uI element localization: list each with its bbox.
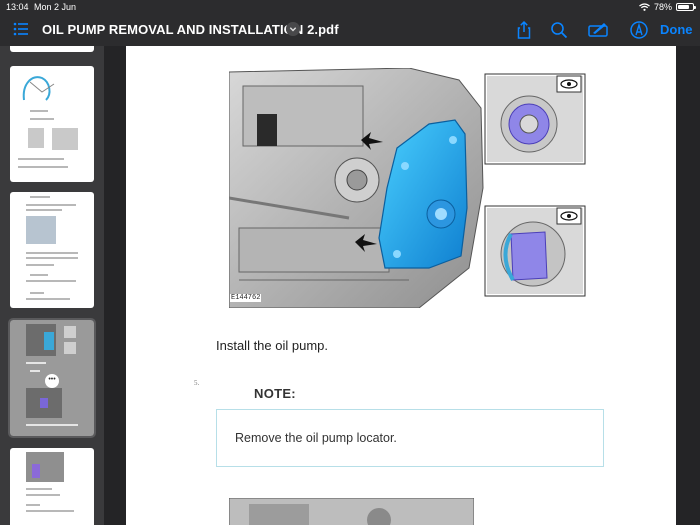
oil-pump-illustration <box>229 68 586 308</box>
status-right: 78% <box>639 2 696 12</box>
step-number: 5. <box>194 379 200 387</box>
page-thumbnail[interactable] <box>10 192 94 308</box>
chevron-down-icon[interactable] <box>286 22 300 36</box>
pencil-circle-icon[interactable] <box>629 20 649 40</box>
next-figure-illustration <box>229 498 474 525</box>
status-time: 13:04 <box>6 2 29 12</box>
wifi-icon <box>639 3 650 11</box>
list-icon[interactable] <box>12 20 30 38</box>
figure-id: E144762 <box>230 294 262 302</box>
share-icon[interactable] <box>514 20 534 40</box>
note-box: Remove the oil pump locator. <box>216 409 604 467</box>
status-date: Mon 2 Jun <box>34 2 77 12</box>
page-thumbnail[interactable] <box>10 66 94 182</box>
document-viewer[interactable]: E144762 Install the oil pump. 5. NOTE: R… <box>104 46 700 525</box>
more-icon[interactable]: ••• <box>45 374 59 388</box>
page-thumbnail-selected[interactable]: ••• <box>8 318 96 438</box>
page-thumbnail[interactable] <box>10 448 94 525</box>
battery-icon <box>676 3 696 11</box>
done-button[interactable]: Done <box>660 22 693 37</box>
search-icon[interactable] <box>549 20 569 40</box>
note-label: NOTE: <box>254 386 296 401</box>
page-thumbnail-sidebar[interactable]: ••• <box>0 46 104 525</box>
note-text: Remove the oil pump locator. <box>235 431 397 445</box>
step-caption: Install the oil pump. <box>216 338 329 353</box>
page-thumbnail[interactable] <box>10 46 94 52</box>
battery-percent: 78% <box>653 2 672 12</box>
document-toolbar: OIL PUMP REMOVAL AND INSTALLATION 2.pdf … <box>0 14 700 46</box>
status-bar: 13:04 Mon 2 Jun 78% <box>0 0 700 14</box>
pdf-page: E144762 Install the oil pump. 5. NOTE: R… <box>126 46 676 525</box>
thumbnail-diagram <box>22 76 55 101</box>
markup-icon[interactable] <box>588 20 610 40</box>
